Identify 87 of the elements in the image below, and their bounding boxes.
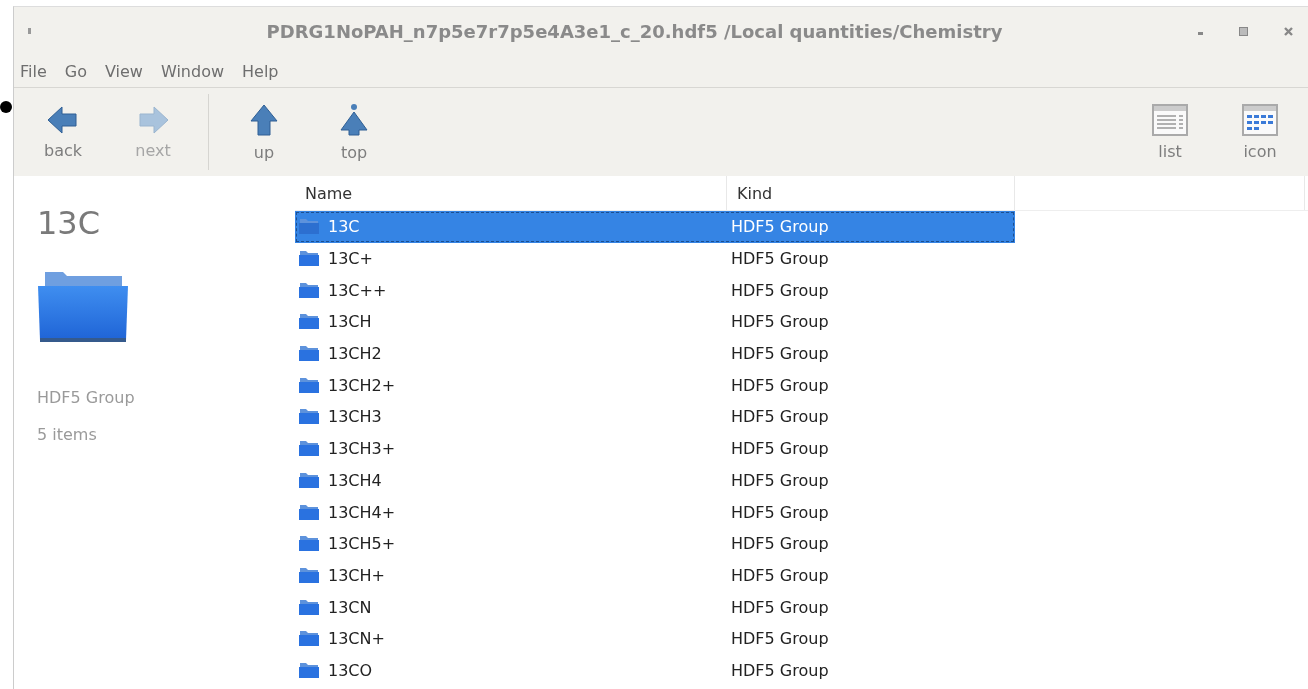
cursor-dot: [0, 101, 12, 113]
folder-icon: [298, 408, 320, 426]
menu-item[interactable]: Help: [240, 61, 287, 81]
table-row[interactable]: 13CH2+ HDF5 Group: [295, 369, 1015, 402]
table-cell: HDF5 Group: [731, 597, 829, 617]
table-cell: 13CH+: [328, 565, 385, 585]
folder-icon: [298, 535, 320, 553]
table-row[interactable]: 13CH2 HDF5 Group: [295, 337, 1015, 370]
folder-icon: [298, 630, 320, 648]
folder-icon: [298, 503, 320, 521]
table-row[interactable]: 13CH5+ HDF5 Group: [295, 527, 1015, 560]
table-cell: HDF5 Group: [731, 660, 829, 680]
list-view-button[interactable]: list: [1125, 92, 1215, 172]
table-cell: 13CH4+: [328, 502, 396, 522]
table-cell: 13CH3: [328, 407, 382, 427]
table-cell: HDF5 Group: [731, 565, 829, 585]
table-cell: HDF5 Group: [731, 375, 829, 395]
table-cell: HDF5 Group: [731, 470, 829, 490]
table-row[interactable]: 13C++ HDF5 Group: [295, 274, 1015, 307]
table-cell: HDF5 Group: [731, 407, 829, 427]
table-cell: HDF5 Group: [731, 439, 829, 459]
right-arrow-icon: [136, 104, 170, 135]
top-arrow-icon: [339, 102, 369, 137]
folder-icon: [298, 376, 320, 394]
table-row[interactable]: 13CN+ HDF5 Group: [295, 622, 1015, 655]
table-cell: HDF5 Group: [731, 217, 829, 237]
table-cell: 13CO: [328, 660, 373, 680]
table-cell: 13CH2+: [328, 375, 396, 395]
folder-icon: [298, 566, 320, 584]
table-row[interactable]: 13CN HDF5 Group: [295, 591, 1015, 623]
folder-icon: [298, 281, 320, 299]
table-cell: 13CN: [328, 597, 372, 617]
folder-icon: [298, 661, 320, 679]
column-header[interactable]: Name: [295, 176, 727, 210]
folder-icon: [298, 440, 320, 458]
table-row[interactable]: 13CH+ HDF5 Group: [295, 559, 1015, 592]
menu-item[interactable]: Window: [158, 61, 233, 81]
column-header[interactable]: Kind: [727, 176, 1015, 210]
item-name: 13C: [37, 204, 101, 242]
table-row[interactable]: 13CH4+ HDF5 Group: [295, 496, 1015, 528]
folder-icon: [298, 471, 320, 489]
icon-view-icon: [1242, 103, 1278, 136]
folder-icon: [298, 218, 320, 236]
table-cell: 13C+: [328, 249, 373, 269]
table-row[interactable]: 13CH3+ HDF5 Group: [295, 432, 1015, 465]
table-cell: HDF5 Group: [731, 280, 829, 300]
table-row[interactable]: 13CH HDF5 Group: [295, 306, 1015, 338]
table-cell: 13C: [328, 217, 360, 237]
menu-item[interactable]: View: [102, 61, 151, 81]
table-row[interactable]: 13C+ HDF5 Group: [295, 242, 1015, 275]
menu-item[interactable]: File: [18, 61, 55, 81]
item-kind: HDF5 Group: [37, 388, 135, 407]
window-title: PDRG1NoPAH_n7p5e7r7p5e4A3e1_c_20.hdf5 /Local quantities/Chemistry: [265, 20, 1004, 42]
maximize-icon[interactable]: [1239, 26, 1248, 36]
table-cell: HDF5 Group: [731, 249, 829, 269]
item-count: 5 items: [37, 425, 97, 444]
table-cell: HDF5 Group: [731, 502, 829, 522]
folder-icon: [298, 313, 320, 331]
folder-icon: [298, 250, 320, 268]
table-cell: HDF5 Group: [731, 312, 829, 332]
left-arrow-icon: [46, 104, 80, 135]
folder-icon: [298, 598, 320, 616]
table-row[interactable]: 13C HDF5 Group: [295, 211, 1015, 243]
folder-icon: [37, 270, 129, 344]
folder-icon: [298, 345, 320, 363]
table-cell: HDF5 Group: [731, 629, 829, 649]
up-arrow-icon: [249, 102, 279, 137]
table-cell: 13CH3+: [328, 439, 396, 459]
table-cell: 13CH5+: [328, 534, 396, 554]
table-cell: 13C++: [328, 280, 387, 300]
list-view-icon: [1152, 103, 1188, 136]
table-row[interactable]: 13CH4 HDF5 Group: [295, 464, 1015, 497]
menu-item[interactable]: Go: [62, 61, 95, 81]
icon-view-button[interactable]: icon: [1215, 92, 1305, 172]
minimize-icon[interactable]: [1198, 31, 1203, 35]
table-cell: HDF5 Group: [731, 344, 829, 364]
table-cell: 13CH: [328, 312, 372, 332]
table-cell: 13CH2: [328, 344, 382, 364]
close-icon[interactable]: [1284, 26, 1293, 36]
top-button[interactable]: top: [309, 92, 399, 172]
table-cell: HDF5 Group: [731, 534, 829, 554]
up-button[interactable]: up: [219, 92, 309, 172]
back-button[interactable]: back: [18, 92, 108, 172]
table-row[interactable]: 13CO HDF5 Group: [295, 654, 1015, 687]
table-cell: 13CN+: [328, 629, 385, 649]
table-cell: 13CH4: [328, 470, 382, 490]
table-row[interactable]: 13CH3 HDF5 Group: [295, 401, 1015, 433]
